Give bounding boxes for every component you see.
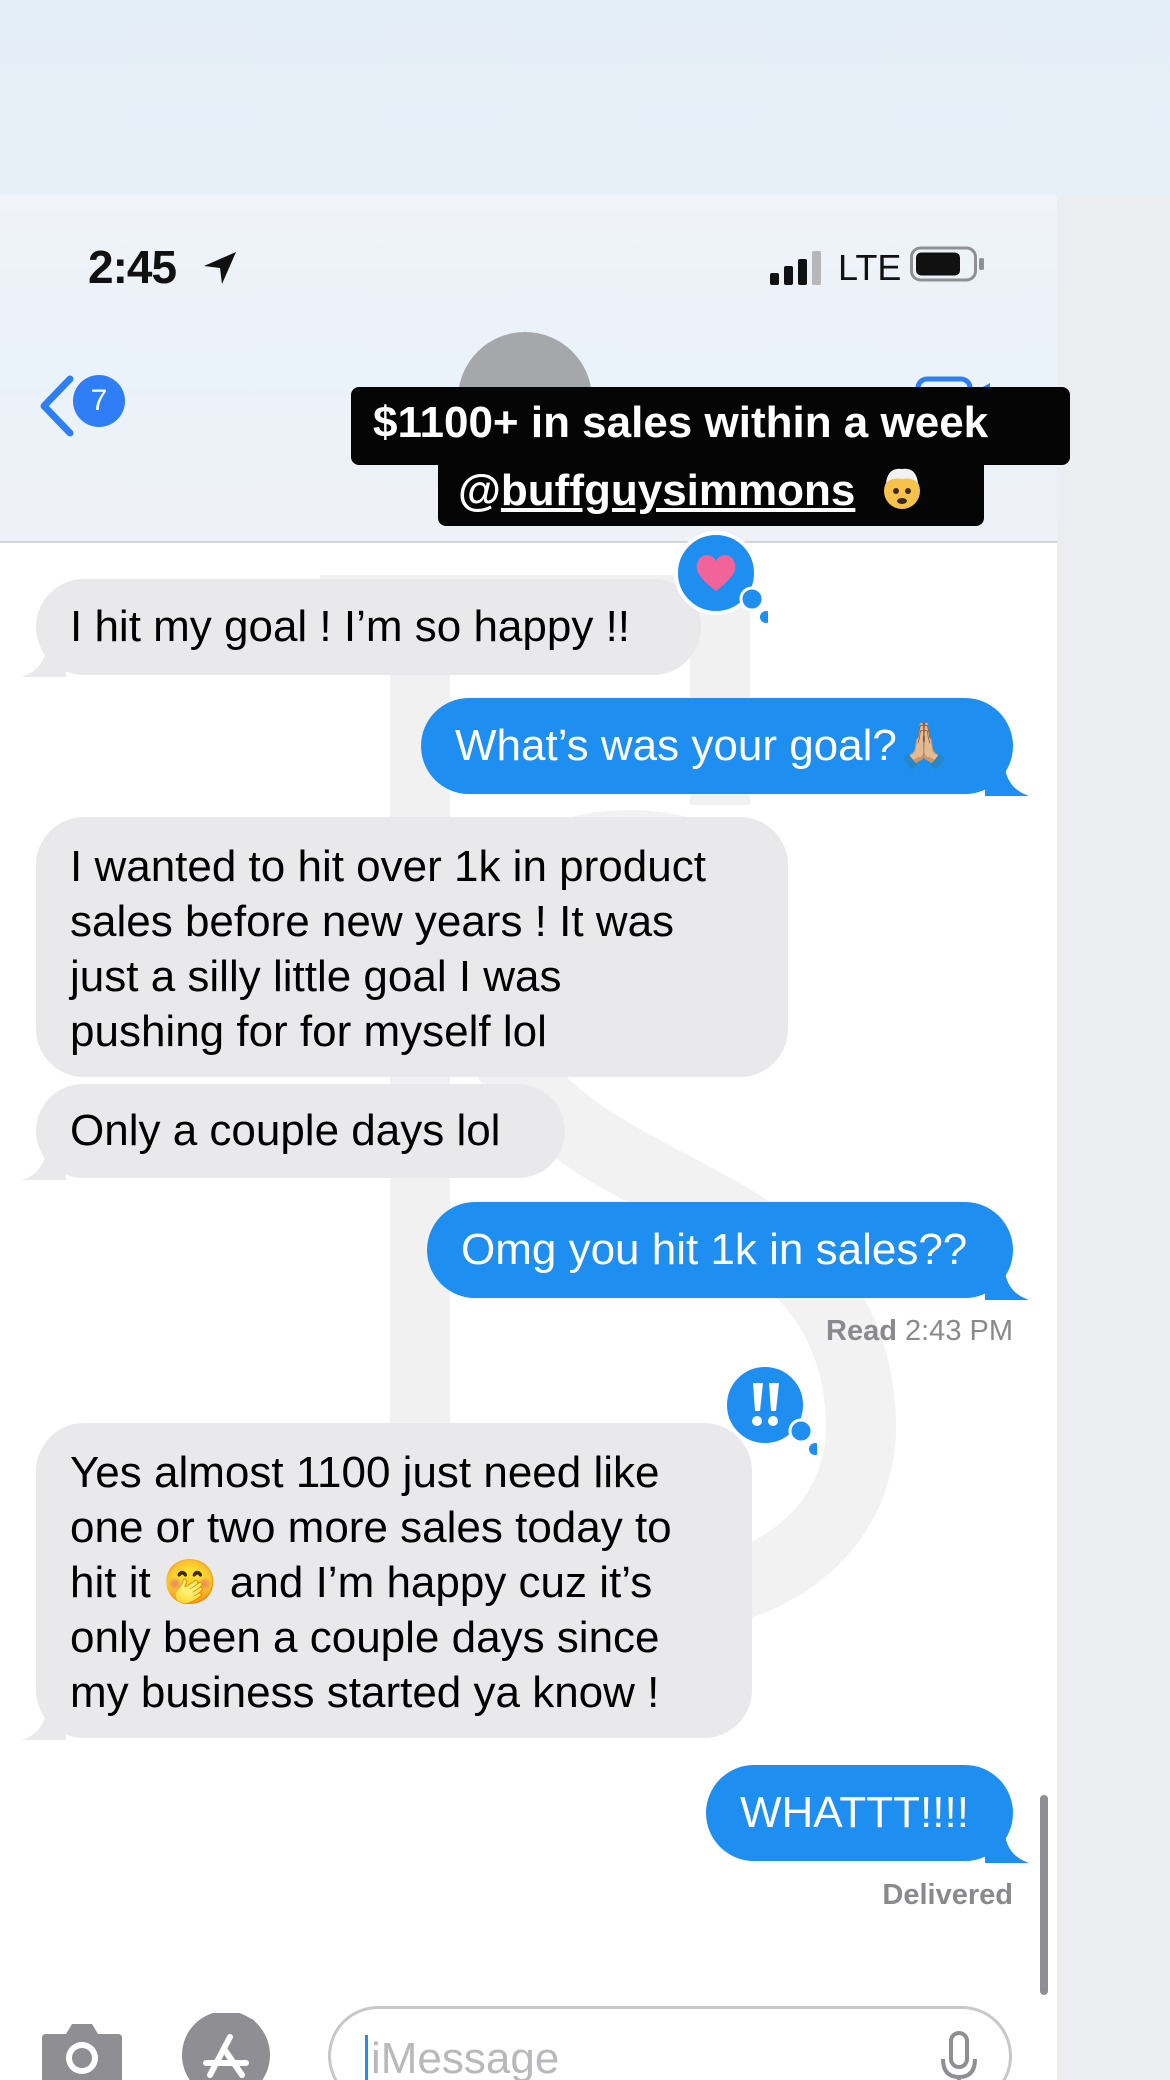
message-text: Yes almost 1100 just need like one or tw… [70, 1448, 672, 1717]
bubble-tail [22, 637, 66, 677]
battery-icon [910, 246, 984, 282]
message-text: Only a couple days lol [70, 1106, 501, 1155]
camera-icon[interactable] [40, 2020, 124, 2080]
text-caret [365, 2035, 368, 2080]
message-text: I wanted to hit over 1k in product sales… [70, 842, 706, 1056]
story-background-right [1057, 195, 1170, 2080]
app-store-icon[interactable] [180, 2013, 284, 2080]
status-time: 2:45 [88, 241, 177, 293]
caption-handle[interactable]: buffguysimmons [501, 466, 855, 515]
heart-tapback-icon[interactable] [668, 529, 768, 629]
bubble-tail [985, 1260, 1029, 1300]
unread-count-badge[interactable]: 7 [73, 375, 125, 427]
location-arrow-icon [204, 252, 236, 284]
message-bubble-outgoing[interactable]: WHATTT!!!! [706, 1765, 1029, 1863]
read-time: 2:43 PM [905, 1315, 1013, 1347]
bubble-tail [985, 756, 1029, 796]
message-bubble-outgoing[interactable]: Omg you hit 1k in sales?? [427, 1202, 1029, 1300]
story-background-top [0, 0, 1170, 200]
message-text: WHATTT!!!! [740, 1788, 969, 1837]
microphone-icon[interactable] [939, 2031, 979, 2080]
caption-text: $1100+ in sales within a week [373, 398, 989, 447]
read-receipt: Read 2:43 PM [826, 1315, 1013, 1348]
caption-handle-prefix: @ [458, 466, 501, 515]
back-chevron-icon[interactable] [36, 373, 76, 439]
message-bubble-outgoing[interactable]: What’s was your goal?🙏🏼 [421, 698, 1029, 796]
message-bubble-incoming[interactable]: I hit my goal ! I’m so happy !! [22, 579, 701, 677]
bubble-tail [22, 1700, 66, 1740]
message-bubble-incoming[interactable]: Only a couple days lol [22, 1084, 565, 1180]
delivered-receipt: Delivered [882, 1879, 1013, 1911]
read-label: Read [826, 1315, 897, 1347]
story-caption-line2: @buffguysimmons [438, 451, 984, 526]
bubble-tail [985, 1823, 1029, 1863]
message-text: What’s was your goal?🙏🏼 [455, 721, 952, 770]
network-type-label: LTE [838, 247, 902, 288]
scroll-indicator[interactable] [1040, 1795, 1048, 1995]
exploding-head-icon [883, 468, 920, 509]
message-text: I hit my goal ! I’m so happy !! [70, 602, 631, 651]
message-text: Omg you hit 1k in sales?? [461, 1225, 968, 1274]
cellular-signal-icon [770, 251, 821, 285]
message-bubble-incoming[interactable]: Yes almost 1100 just need like one or tw… [22, 1423, 752, 1740]
message-bubble-incoming[interactable]: I wanted to hit over 1k in product sales… [36, 817, 788, 1077]
input-placeholder: iMessage [371, 2034, 560, 2080]
bubble-tail [22, 1140, 66, 1180]
imessage-input[interactable]: iMessage [328, 2006, 1012, 2080]
